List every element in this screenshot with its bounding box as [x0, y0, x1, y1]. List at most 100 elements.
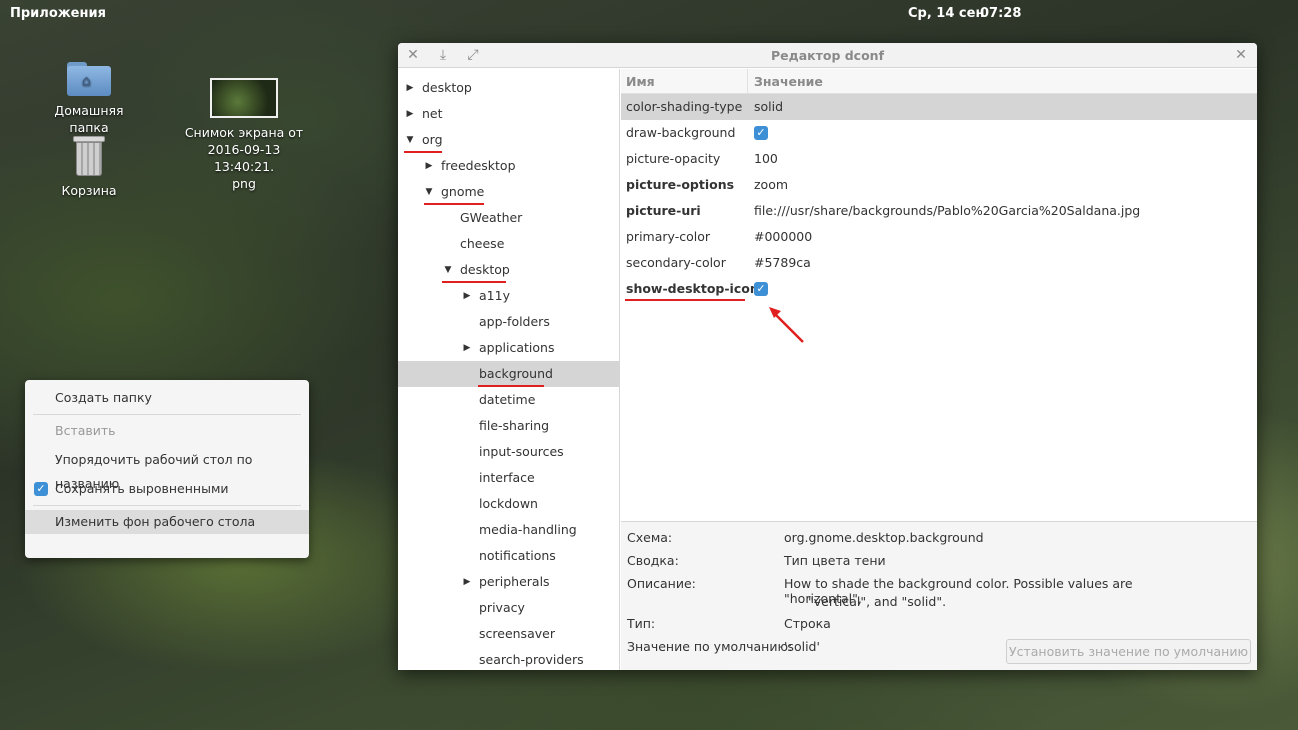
expander-down-icon[interactable]: ▼ — [424, 179, 434, 205]
close-icon[interactable]: ✕ — [1232, 46, 1250, 64]
column-header-name[interactable]: Имя — [621, 69, 748, 94]
expander-down-icon[interactable]: ▼ — [443, 257, 453, 283]
tree-item-privacy[interactable]: privacy — [398, 595, 619, 621]
tree-item-gnome-desktop[interactable]: ▼ desktop — [398, 257, 619, 283]
tree-item-cheese[interactable]: cheese — [398, 231, 619, 257]
key-value[interactable]: #5789ca — [754, 250, 811, 276]
desktop-icon-home-label: Домашняя папка — [54, 103, 124, 135]
tree-item-datetime[interactable]: datetime — [398, 387, 619, 413]
menu-item-change-background[interactable]: Изменить фон рабочего стола — [25, 510, 309, 534]
tree-item-desktop[interactable]: ▶ desktop — [398, 75, 619, 101]
window-title: Редактор dconf — [770, 48, 885, 63]
window-titlebar[interactable]: ✕ ⤓ ⤢ Редактор dconf ✕ — [398, 43, 1257, 68]
schema-value: org.gnome.desktop.background — [784, 530, 984, 545]
set-default-button[interactable]: Установить значение по умолчанию — [1006, 639, 1251, 664]
tree-item-search-providers[interactable]: search-providers — [398, 647, 619, 670]
tree-item-label: background — [479, 366, 553, 381]
annotation-underline — [442, 281, 506, 283]
expander-right-icon[interactable]: ▶ — [462, 283, 472, 309]
checkbox-checked-icon[interactable]: ✓ — [754, 281, 768, 296]
menu-item-paste[interactable]: Вставить — [25, 419, 309, 443]
tree-item-label: applications — [479, 340, 555, 355]
key-value[interactable]: #000000 — [754, 224, 812, 250]
key-value[interactable]: ✓ — [754, 120, 768, 146]
type-value: Строка — [784, 616, 831, 631]
tree-item-label: net — [422, 106, 443, 121]
tree-item-label: a11y — [479, 288, 510, 303]
expander-right-icon[interactable]: ▶ — [462, 569, 472, 595]
key-value[interactable]: file:///usr/share/backgrounds/Pablo%20Ga… — [754, 198, 1140, 224]
tree-item-background[interactable]: background — [398, 361, 619, 387]
tree-item-label: privacy — [479, 600, 525, 615]
table-row[interactable]: picture-uri file:///usr/share/background… — [621, 198, 1257, 224]
clock-time[interactable]: 07:28 — [980, 6, 1021, 21]
checkbox-checked-icon[interactable]: ✓ — [34, 482, 48, 496]
key-value[interactable]: ✓ — [754, 276, 768, 302]
trash-icon — [73, 136, 105, 176]
tree-item-applications[interactable]: ▶ applications — [398, 335, 619, 361]
expander-right-icon[interactable]: ▶ — [424, 153, 434, 179]
tree-item-app-folders[interactable]: app-folders — [398, 309, 619, 335]
tree-item-file-sharing[interactable]: file-sharing — [398, 413, 619, 439]
tree-item-label: search-providers — [479, 652, 584, 667]
tree-item-peripherals[interactable]: ▶ peripherals — [398, 569, 619, 595]
table-row[interactable]: picture-options zoom — [621, 172, 1257, 198]
annotation-arrow-icon — [769, 307, 804, 343]
checkbox-checked-icon[interactable]: ✓ — [754, 125, 768, 140]
summary-value: Тип цвета тени — [784, 553, 886, 568]
tree-item-gweather[interactable]: GWeather — [398, 205, 619, 231]
expander-down-icon[interactable]: ▼ — [405, 127, 415, 153]
expander-right-icon[interactable]: ▶ — [462, 335, 472, 361]
clock-date[interactable]: Ср, 14 сен — [908, 6, 984, 21]
menu-item-arrange[interactable]: Упорядочить рабочий стол по названию — [25, 448, 309, 491]
description-label: Описание: — [627, 576, 696, 591]
tree-item-freedesktop[interactable]: ▶ freedesktop — [398, 153, 619, 179]
tree-item-label: freedesktop — [441, 158, 516, 173]
key-name: primary-color — [626, 229, 710, 244]
tree-item-label: interface — [479, 470, 535, 485]
table-row[interactable]: color-shading-type solid — [621, 94, 1257, 120]
schema-label: Схема: — [627, 530, 673, 545]
table-row[interactable]: picture-opacity 100 — [621, 146, 1257, 172]
tree-item-label: org — [422, 132, 443, 147]
tree-item-label: notifications — [479, 548, 556, 563]
menu-item-create-folder[interactable]: Создать папку — [25, 386, 309, 410]
table-row[interactable]: primary-color #000000 — [621, 224, 1257, 250]
key-name: picture-uri — [626, 203, 701, 218]
tree-item-input-sources[interactable]: input-sources — [398, 439, 619, 465]
top-panel: Приложения Ср, 14 сен 07:28 — [0, 0, 1298, 28]
annotation-underline — [478, 385, 544, 387]
tree-item-net[interactable]: ▶ net — [398, 101, 619, 127]
tree-item-label: gnome — [441, 184, 485, 199]
tree-item-gnome[interactable]: ▼ gnome — [398, 179, 619, 205]
key-value[interactable]: solid — [754, 94, 783, 120]
table-row[interactable]: draw-background ✓ — [621, 120, 1257, 146]
key-value[interactable]: zoom — [754, 172, 788, 198]
tree-item-notifications[interactable]: notifications — [398, 543, 619, 569]
tree-item-interface[interactable]: interface — [398, 465, 619, 491]
description-value-line2: "vertical", and "solid". — [808, 594, 947, 609]
applications-menu[interactable]: Приложения — [10, 6, 106, 21]
menu-item-keep-aligned[interactable]: ✓ Сохранять выровненными — [25, 477, 309, 501]
tree-item-lockdown[interactable]: lockdown — [398, 491, 619, 517]
key-name: picture-opacity — [626, 151, 721, 166]
tree-item-org[interactable]: ▼ org — [398, 127, 619, 153]
tree-item-a11y[interactable]: ▶ a11y — [398, 283, 619, 309]
schema-tree[interactable]: ▶ desktop ▶ net ▼ org ▶ freedesktop ▼ gn… — [398, 69, 620, 670]
tree-item-screensaver[interactable]: screensaver — [398, 621, 619, 647]
tree-item-label: lockdown — [479, 496, 538, 511]
column-header-value[interactable]: Значение — [748, 69, 1257, 94]
desktop-icon-home[interactable]: ⌂ Домашняя папка — [34, 60, 144, 136]
expander-right-icon[interactable]: ▶ — [405, 75, 415, 101]
screenshot-label-line2: 2016-09-13 13:40:21. — [207, 142, 281, 174]
type-label: Тип: — [627, 616, 656, 631]
table-row[interactable]: secondary-color #5789ca — [621, 250, 1257, 276]
key-value[interactable]: 100 — [754, 146, 778, 172]
annotation-underline — [424, 203, 484, 205]
key-name: draw-background — [626, 125, 736, 140]
desktop-icon-trash[interactable]: Корзина — [34, 136, 144, 199]
desktop-icon-screenshot[interactable]: Снимок экрана от 2016-09-13 13:40:21. pn… — [178, 78, 310, 192]
tree-item-media-handling[interactable]: media-handling — [398, 517, 619, 543]
home-folder-icon: ⌂ — [67, 60, 111, 96]
expander-right-icon[interactable]: ▶ — [405, 101, 415, 127]
